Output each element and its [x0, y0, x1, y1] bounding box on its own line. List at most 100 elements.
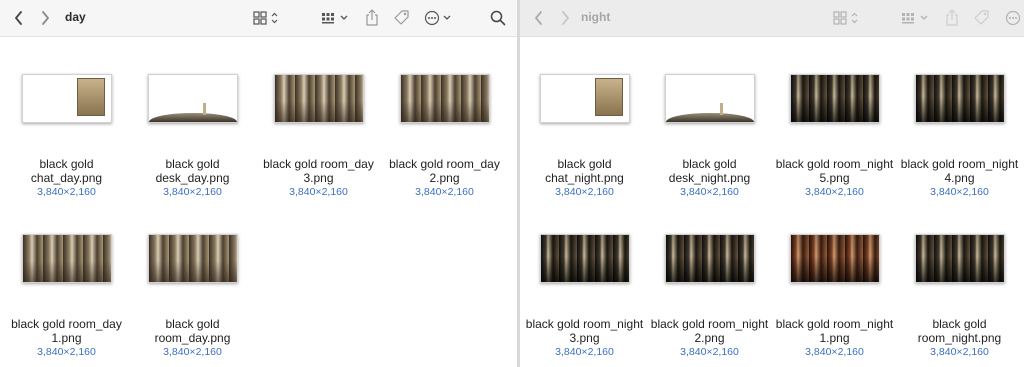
- file-item[interactable]: black gold room_day 2.png 3,840×2,160: [382, 70, 507, 198]
- file-name: 2.png: [694, 331, 725, 345]
- file-item[interactable]: black gold room_night 5.png 3,840×2,160: [772, 70, 897, 198]
- group-button[interactable]: [900, 0, 932, 36]
- file-name: black gold: [682, 157, 737, 171]
- file-dimensions: 3,840×2,160: [555, 346, 614, 358]
- file-thumbnail: [147, 74, 238, 123]
- file-dimensions: 3,840×2,160: [680, 186, 739, 198]
- search-button[interactable]: [487, 0, 509, 36]
- file-dimensions: 3,840×2,160: [163, 346, 222, 358]
- file-item[interactable]: black gold desk_day.png 3,840×2,160: [130, 70, 255, 198]
- file-name: black gold room_night: [775, 317, 894, 331]
- file-thumbnail: [914, 74, 1005, 123]
- group-button[interactable]: [320, 0, 352, 36]
- file-thumbnail: [789, 234, 880, 283]
- file-dimensions: 3,840×2,160: [163, 186, 222, 198]
- file-name: black gold room_night: [650, 317, 769, 331]
- share-button[interactable]: [942, 0, 962, 36]
- file-name: 3.png: [303, 171, 334, 185]
- file-name: black gold room_day: [389, 157, 500, 171]
- file-name: 2.png: [429, 171, 460, 185]
- file-item[interactable]: black gold room_night.png 3,840×2,160: [897, 230, 1022, 360]
- tag-icon: [974, 10, 989, 25]
- file-name: room_day.png: [154, 331, 231, 345]
- back-button[interactable]: [528, 0, 550, 36]
- file-name: 1.png: [819, 331, 850, 345]
- more-actions-button[interactable]: [1002, 0, 1024, 36]
- chevron-left-icon: [535, 11, 542, 25]
- file-item[interactable]: black gold room_day.png 3,840×2,160: [130, 230, 255, 360]
- chevron-right-icon: [42, 11, 49, 25]
- file-dimensions: 3,840×2,160: [415, 186, 474, 198]
- file-thumbnail: [273, 74, 364, 123]
- finder-window-night: night black gold chat_night.png 3,840×2,…: [520, 0, 1024, 367]
- file-name: black gold: [165, 317, 220, 331]
- file-name: desk_night.png: [668, 171, 751, 185]
- file-item[interactable]: black gold chat_night.png 3,840×2,160: [522, 70, 647, 198]
- file-item[interactable]: black gold room_night 2.png 3,840×2,160: [647, 230, 772, 360]
- share-icon: [946, 9, 958, 26]
- file-name: 5.png: [819, 171, 850, 185]
- file-dimensions: 3,840×2,160: [805, 186, 864, 198]
- chevron-left-icon: [15, 11, 22, 25]
- file-name: black gold: [932, 317, 987, 331]
- share-button[interactable]: [362, 0, 382, 36]
- grid-icon: [833, 11, 858, 25]
- file-name: black gold room_night: [525, 317, 644, 331]
- ellipsis-circle-icon: [424, 10, 451, 26]
- toolbar: night: [520, 0, 1024, 37]
- file-thumbnail: [147, 234, 238, 283]
- file-dimensions: 3,840×2,160: [680, 346, 739, 358]
- file-name: black gold: [165, 157, 220, 171]
- window-title: day: [65, 10, 86, 24]
- file-thumbnail: [399, 74, 490, 123]
- file-item[interactable]: black gold room_night 3.png 3,840×2,160: [522, 230, 647, 360]
- file-item[interactable]: black gold desk_night.png 3,840×2,160: [647, 70, 772, 198]
- file-name: black gold: [39, 157, 94, 171]
- forward-button[interactable]: [554, 0, 576, 36]
- file-name: chat_night.png: [545, 171, 624, 185]
- file-thumbnail: [664, 74, 755, 123]
- file-name: black gold room_day: [263, 157, 374, 171]
- file-name: room_night.png: [917, 331, 1002, 345]
- file-thumbnail: [539, 74, 630, 123]
- file-thumbnail: [21, 234, 112, 283]
- file-item[interactable]: black gold room_night 1.png 3,840×2,160: [772, 230, 897, 360]
- file-name: chat_day.png: [30, 171, 103, 185]
- group-grid-icon: [322, 13, 348, 24]
- view-mode-button[interactable]: [832, 0, 862, 36]
- more-actions-button[interactable]: [423, 0, 455, 36]
- tag-button[interactable]: [391, 0, 413, 36]
- file-thumbnail: [21, 74, 112, 123]
- file-dimensions: 3,840×2,160: [37, 346, 96, 358]
- tag-button[interactable]: [971, 0, 993, 36]
- share-icon: [366, 9, 378, 26]
- file-name: black gold room_night: [900, 157, 1019, 171]
- forward-button[interactable]: [34, 0, 56, 36]
- file-item[interactable]: black gold chat_day.png 3,840×2,160: [4, 70, 129, 198]
- file-thumbnail: [664, 234, 755, 283]
- file-name: 4.png: [944, 171, 975, 185]
- file-item[interactable]: black gold room_day 1.png 3,840×2,160: [4, 230, 129, 360]
- file-dimensions: 3,840×2,160: [289, 186, 348, 198]
- search-icon: [490, 10, 506, 26]
- file-name: 1.png: [51, 331, 82, 345]
- file-name: desk_day.png: [155, 171, 230, 185]
- file-dimensions: 3,840×2,160: [555, 186, 614, 198]
- back-button[interactable]: [8, 0, 30, 36]
- group-grid-icon: [902, 13, 928, 24]
- file-dimensions: 3,840×2,160: [37, 186, 96, 198]
- chevron-right-icon: [562, 11, 569, 25]
- view-mode-button[interactable]: [252, 0, 282, 36]
- file-name: black gold room_night: [775, 157, 894, 171]
- file-dimensions: 3,840×2,160: [930, 186, 989, 198]
- file-name: black gold room_day: [11, 317, 122, 331]
- file-thumbnail: [539, 234, 630, 283]
- file-item[interactable]: black gold room_day 3.png 3,840×2,160: [256, 70, 381, 198]
- file-dimensions: 3,840×2,160: [930, 346, 989, 358]
- tag-icon: [394, 10, 409, 25]
- file-dimensions: 3,840×2,160: [805, 346, 864, 358]
- toolbar: day: [0, 0, 517, 37]
- window-title: night: [581, 10, 611, 24]
- file-thumbnail: [914, 234, 1005, 283]
- file-item[interactable]: black gold room_night 4.png 3,840×2,160: [897, 70, 1022, 198]
